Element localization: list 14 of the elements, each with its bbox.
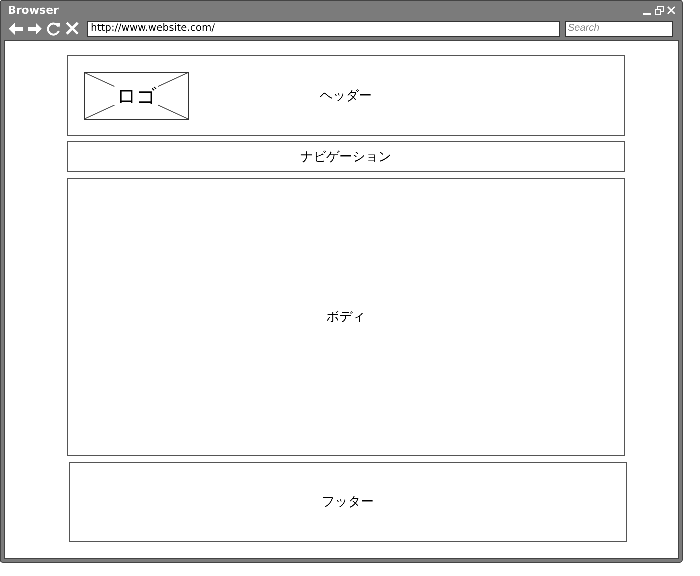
close-icon[interactable] [667,6,676,14]
window-title: Browser [8,4,59,16]
restore-icon[interactable] [655,6,664,14]
back-arrow-icon[interactable] [9,22,23,34]
forward-arrow-icon[interactable] [28,22,42,34]
stop-icon[interactable] [66,22,79,35]
address-field[interactable]: http://www.website.com/ [87,20,560,36]
logo-text: ロゴ [116,82,156,110]
navigation-label: ナビゲーション [300,148,392,166]
footer-label: フッター [322,494,374,511]
reload-icon[interactable] [47,22,61,36]
search-field[interactable]: Search [565,20,673,36]
body-label: ボディ [326,309,366,326]
header-label: ヘッダー [320,88,372,104]
